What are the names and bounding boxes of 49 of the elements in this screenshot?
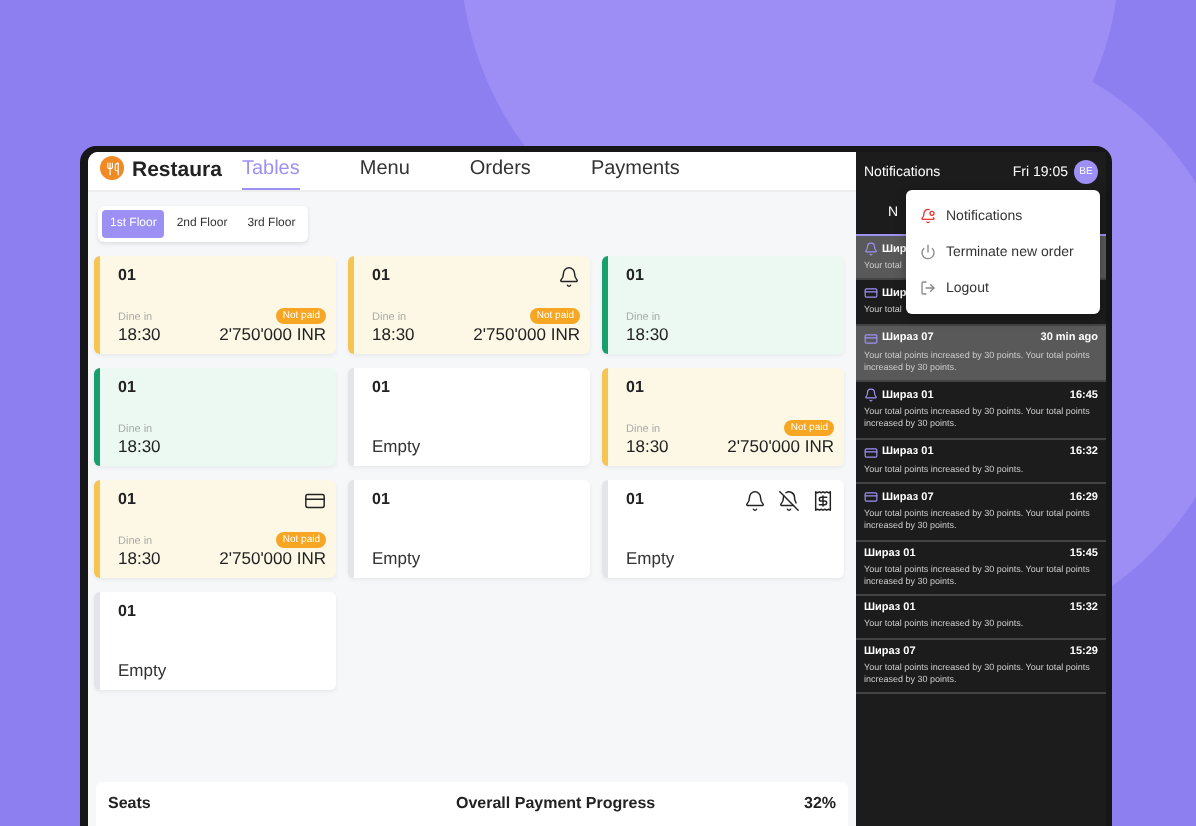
- progress-value: 32%: [804, 794, 837, 816]
- credit-card-icon: [304, 490, 326, 512]
- bell-icon: [558, 266, 580, 288]
- table-number: 01: [372, 378, 390, 396]
- bell-icon: [744, 490, 766, 512]
- card-icon: [864, 445, 878, 460]
- progress-heading: Overall Payment Progress: [456, 794, 658, 816]
- table-status: Empty: [626, 548, 677, 568]
- table-number: 01: [372, 266, 390, 284]
- table-number: 01: [118, 378, 136, 396]
- table-number: 01: [118, 266, 136, 284]
- table-number: 01: [372, 490, 390, 508]
- order-time: 18:30: [626, 324, 669, 344]
- order-time: 18:30: [118, 548, 161, 568]
- order-time: 18:30: [118, 436, 161, 456]
- table-status: Empty: [372, 548, 423, 568]
- nav-tab[interactable]: Payments: [590, 158, 680, 190]
- table-number: 01: [626, 378, 644, 396]
- nav-tab[interactable]: Menu: [359, 158, 410, 190]
- card-icon: [864, 490, 878, 505]
- table-card[interactable]: 01 Empty: [602, 480, 844, 578]
- order-amount: 2'750'000 INR: [473, 324, 580, 344]
- table-status: Empty: [118, 660, 169, 680]
- table-number: 01: [626, 490, 644, 508]
- card-icon: [864, 331, 878, 346]
- table-card[interactable]: 01 Empty: [94, 592, 336, 690]
- order-time: 18:30: [372, 324, 415, 344]
- brand-name: Restaura: [132, 158, 222, 182]
- card-icon: [864, 286, 878, 301]
- table-card[interactable]: 01 Empty: [348, 480, 590, 578]
- nav-tab[interactable]: Orders: [469, 158, 531, 190]
- bell-off-icon: [778, 490, 800, 512]
- seats-heading: Seats: [108, 794, 153, 816]
- notification-bell-icon: [920, 208, 936, 224]
- order-amount: 2'750'000 INR: [219, 548, 326, 568]
- table-number: 01: [118, 602, 136, 620]
- table-status: Empty: [372, 436, 423, 456]
- table-number: 01: [118, 490, 136, 508]
- power-icon: [920, 244, 936, 260]
- order-time: 18:30: [626, 436, 669, 456]
- order-time: 18:30: [118, 324, 161, 344]
- bell-icon: [864, 388, 878, 403]
- logout-icon: [920, 280, 936, 296]
- receipt-icon: [812, 490, 834, 512]
- order-amount: 2'750'000 INR: [219, 324, 326, 344]
- order-amount: 2'750'000 INR: [727, 436, 834, 456]
- table-card[interactable]: 01 Empty: [348, 368, 590, 466]
- table-number: 01: [626, 266, 644, 284]
- bell-icon: [864, 242, 878, 256]
